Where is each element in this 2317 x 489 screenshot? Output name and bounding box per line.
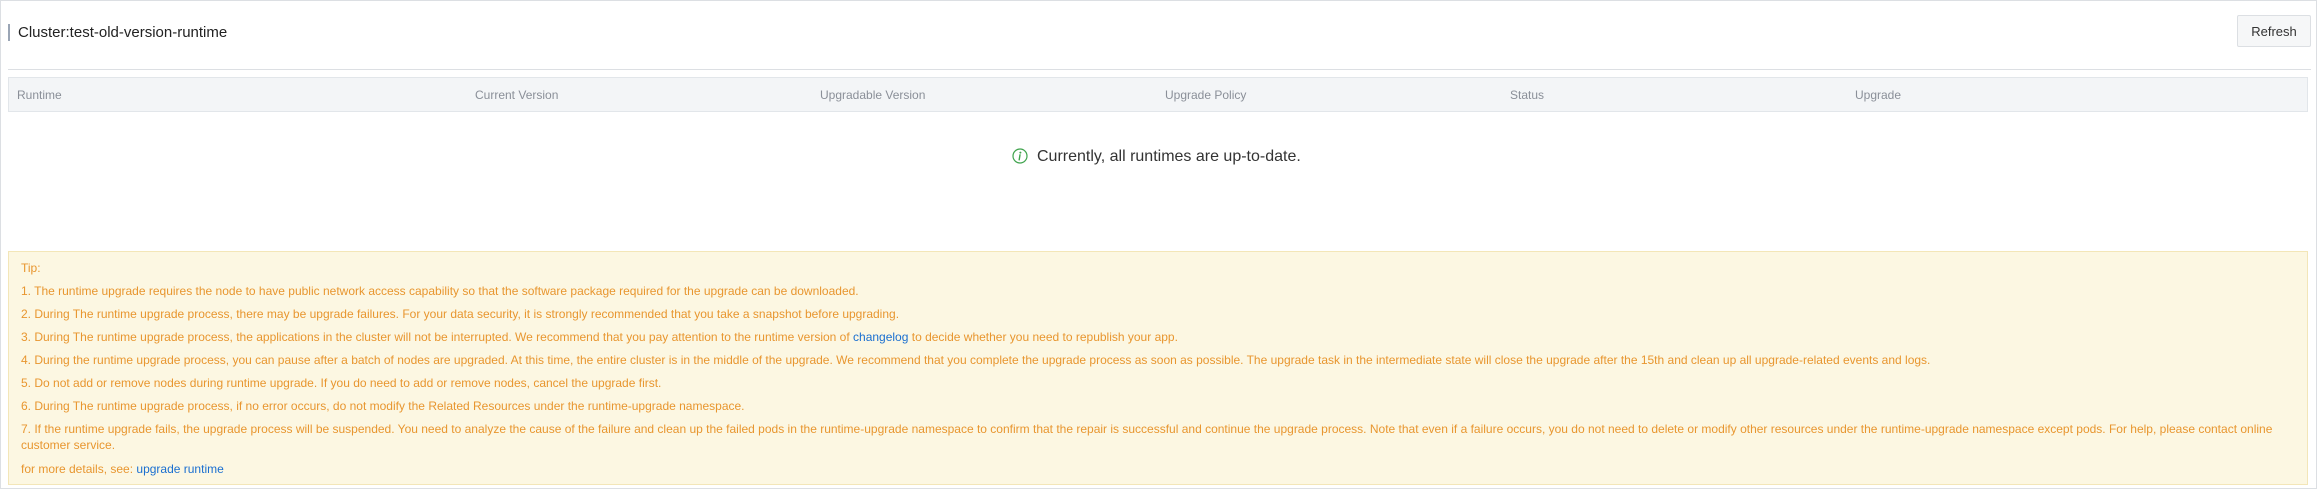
tips-heading: Tip: [21,261,41,275]
tip-item-1: 1. The runtime upgrade requires the node… [21,284,859,298]
tip-item-7: 7. If the runtime upgrade fails, the upg… [21,422,2273,452]
column-header-upgradable-version: Upgradable Version [820,88,926,102]
more-details-label: for more details, see: [21,462,137,476]
tip-item-3: 3. During The runtime upgrade process, t… [21,330,1178,345]
tip-item-4: 4. During the runtime upgrade process, y… [21,353,1931,367]
more-details-line: for more details, see: upgrade runtime [21,462,224,477]
page-frame: Cluster:test-old-version-runtime Refresh… [0,0,2317,489]
tip-item-3-text-end: to decide whether you need to republish … [908,330,1178,344]
column-header-runtime: Runtime [17,88,62,102]
column-header-upgrade-policy: Upgrade Policy [1165,88,1247,102]
empty-state-message: Currently, all runtimes are up-to-date. [1037,148,1301,165]
changelog-link[interactable]: changelog [853,330,908,344]
page-header: Cluster:test-old-version-runtime Refresh [8,15,2311,55]
title-accent-bar [8,24,10,41]
column-header-upgrade: Upgrade [1855,88,1902,102]
page-title: Cluster:test-old-version-runtime [18,24,228,41]
info-circle-icon [1012,148,1028,164]
column-header-current-version: Current Version [475,88,559,102]
tips-panel: Tip: 1. The runtime upgrade requires the… [8,251,2308,485]
runtime-table-header: Runtime Current Version Upgradable Versi… [8,77,2308,112]
upgrade-runtime-link[interactable]: upgrade runtime [136,462,223,476]
refresh-button[interactable]: Refresh [2237,15,2311,47]
tip-item-5: 5. Do not add or remove nodes during run… [21,376,662,390]
header-divider [8,69,2311,70]
tip-item-6: 6. During The runtime upgrade process, i… [21,399,745,413]
tip-item-2: 2. During The runtime upgrade process, t… [21,307,900,321]
column-header-status: Status [1510,88,1545,102]
tip-item-3-text-start: 3. During The runtime upgrade process, t… [21,330,854,344]
